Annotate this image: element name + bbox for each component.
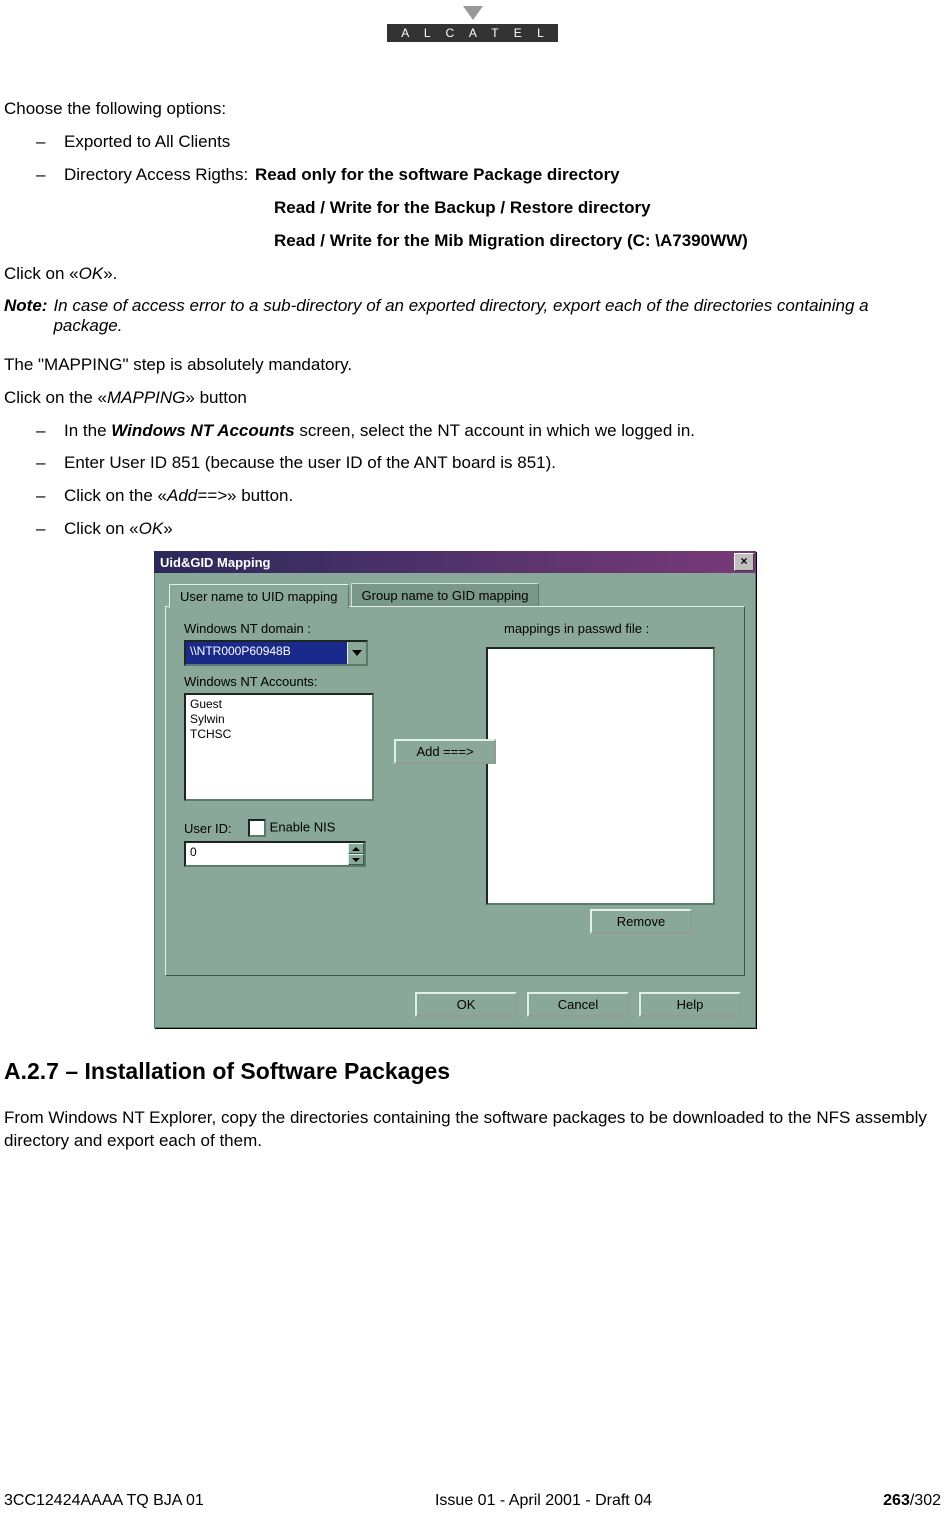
domain-value: \\NTR000P60948B	[186, 642, 347, 664]
help-button[interactable]: Help	[639, 992, 741, 1017]
indented-line: Read / Write for the Mib Migration direc…	[274, 230, 941, 253]
spin-up-icon[interactable]	[348, 843, 364, 854]
enable-nis-checkbox[interactable]: Enable NIS	[248, 819, 336, 837]
tab-panel: Windows NT domain : \\NTR000P60948B Wind…	[165, 606, 745, 976]
list-item: – Exported to All Clients	[36, 131, 941, 154]
dialog-title: Uid&GID Mapping	[160, 555, 271, 570]
mapping-dialog: Uid&GID Mapping × User name to UID mappi…	[154, 551, 756, 1028]
accounts-listbox[interactable]: Guest Sylwin TCHSC	[184, 693, 374, 801]
list-item[interactable]: Guest	[190, 697, 368, 712]
section-heading: A.2.7 – Installation of Software Package…	[4, 1058, 941, 1085]
mappings-label: mappings in passwd file :	[504, 621, 649, 636]
footer-page: 263/302	[883, 1492, 941, 1510]
list-item: – Click on the «Add==>» button.	[36, 485, 941, 508]
list-item[interactable]: Sylwin	[190, 712, 368, 727]
list-item[interactable]: TCHSC	[190, 727, 368, 742]
close-icon[interactable]: ×	[734, 553, 754, 571]
section-body: From Windows NT Explorer, copy the direc…	[4, 1107, 941, 1153]
spin-down-icon[interactable]	[348, 854, 364, 865]
note-block: Note: In case of access error to a sub-d…	[4, 296, 941, 336]
userid-spinbox[interactable]: 0	[184, 841, 366, 867]
add-button[interactable]: Add ===>	[394, 739, 496, 764]
dialog-titlebar: Uid&GID Mapping ×	[154, 551, 756, 573]
remove-button[interactable]: Remove	[590, 909, 692, 934]
logo-triangle-icon	[463, 6, 483, 20]
brand-logo: A L C A T E L	[0, 0, 945, 42]
list-item: – In the Windows NT Accounts screen, sel…	[36, 420, 941, 443]
userid-value: 0	[186, 843, 348, 865]
indented-line: Read / Write for the Backup / Restore di…	[274, 197, 941, 220]
cancel-button[interactable]: Cancel	[527, 992, 629, 1017]
list-item: – Directory Access Rigths: Read only for…	[36, 164, 941, 187]
page-footer: 3CC12424AAAA TQ BJA 01 Issue 01 - April …	[4, 1492, 941, 1510]
footer-left: 3CC12424AAAA TQ BJA 01	[4, 1492, 204, 1510]
footer-center: Issue 01 - April 2001 - Draft 04	[435, 1492, 652, 1510]
chevron-down-icon[interactable]	[347, 642, 366, 664]
domain-combobox[interactable]: \\NTR000P60948B	[184, 640, 368, 666]
mapping-mandatory: The "MAPPING" step is absolutely mandato…	[4, 354, 941, 377]
userid-label: User ID:	[184, 821, 232, 836]
intro-text: Choose the following options:	[4, 98, 941, 121]
passwd-listbox[interactable]	[486, 647, 715, 905]
list-item: – Enter User ID 851 (because the user ID…	[36, 452, 941, 475]
tab-gid-mapping[interactable]: Group name to GID mapping	[351, 583, 540, 607]
tab-uid-mapping[interactable]: User name to UID mapping	[169, 584, 349, 608]
click-ok-line: Click on «OK».	[4, 263, 941, 286]
list-item: – Click on «OK»	[36, 518, 941, 541]
click-mapping-line: Click on the «MAPPING» button	[4, 387, 941, 410]
logo-text: A L C A T E L	[387, 24, 558, 42]
ok-button[interactable]: OK	[415, 992, 517, 1017]
